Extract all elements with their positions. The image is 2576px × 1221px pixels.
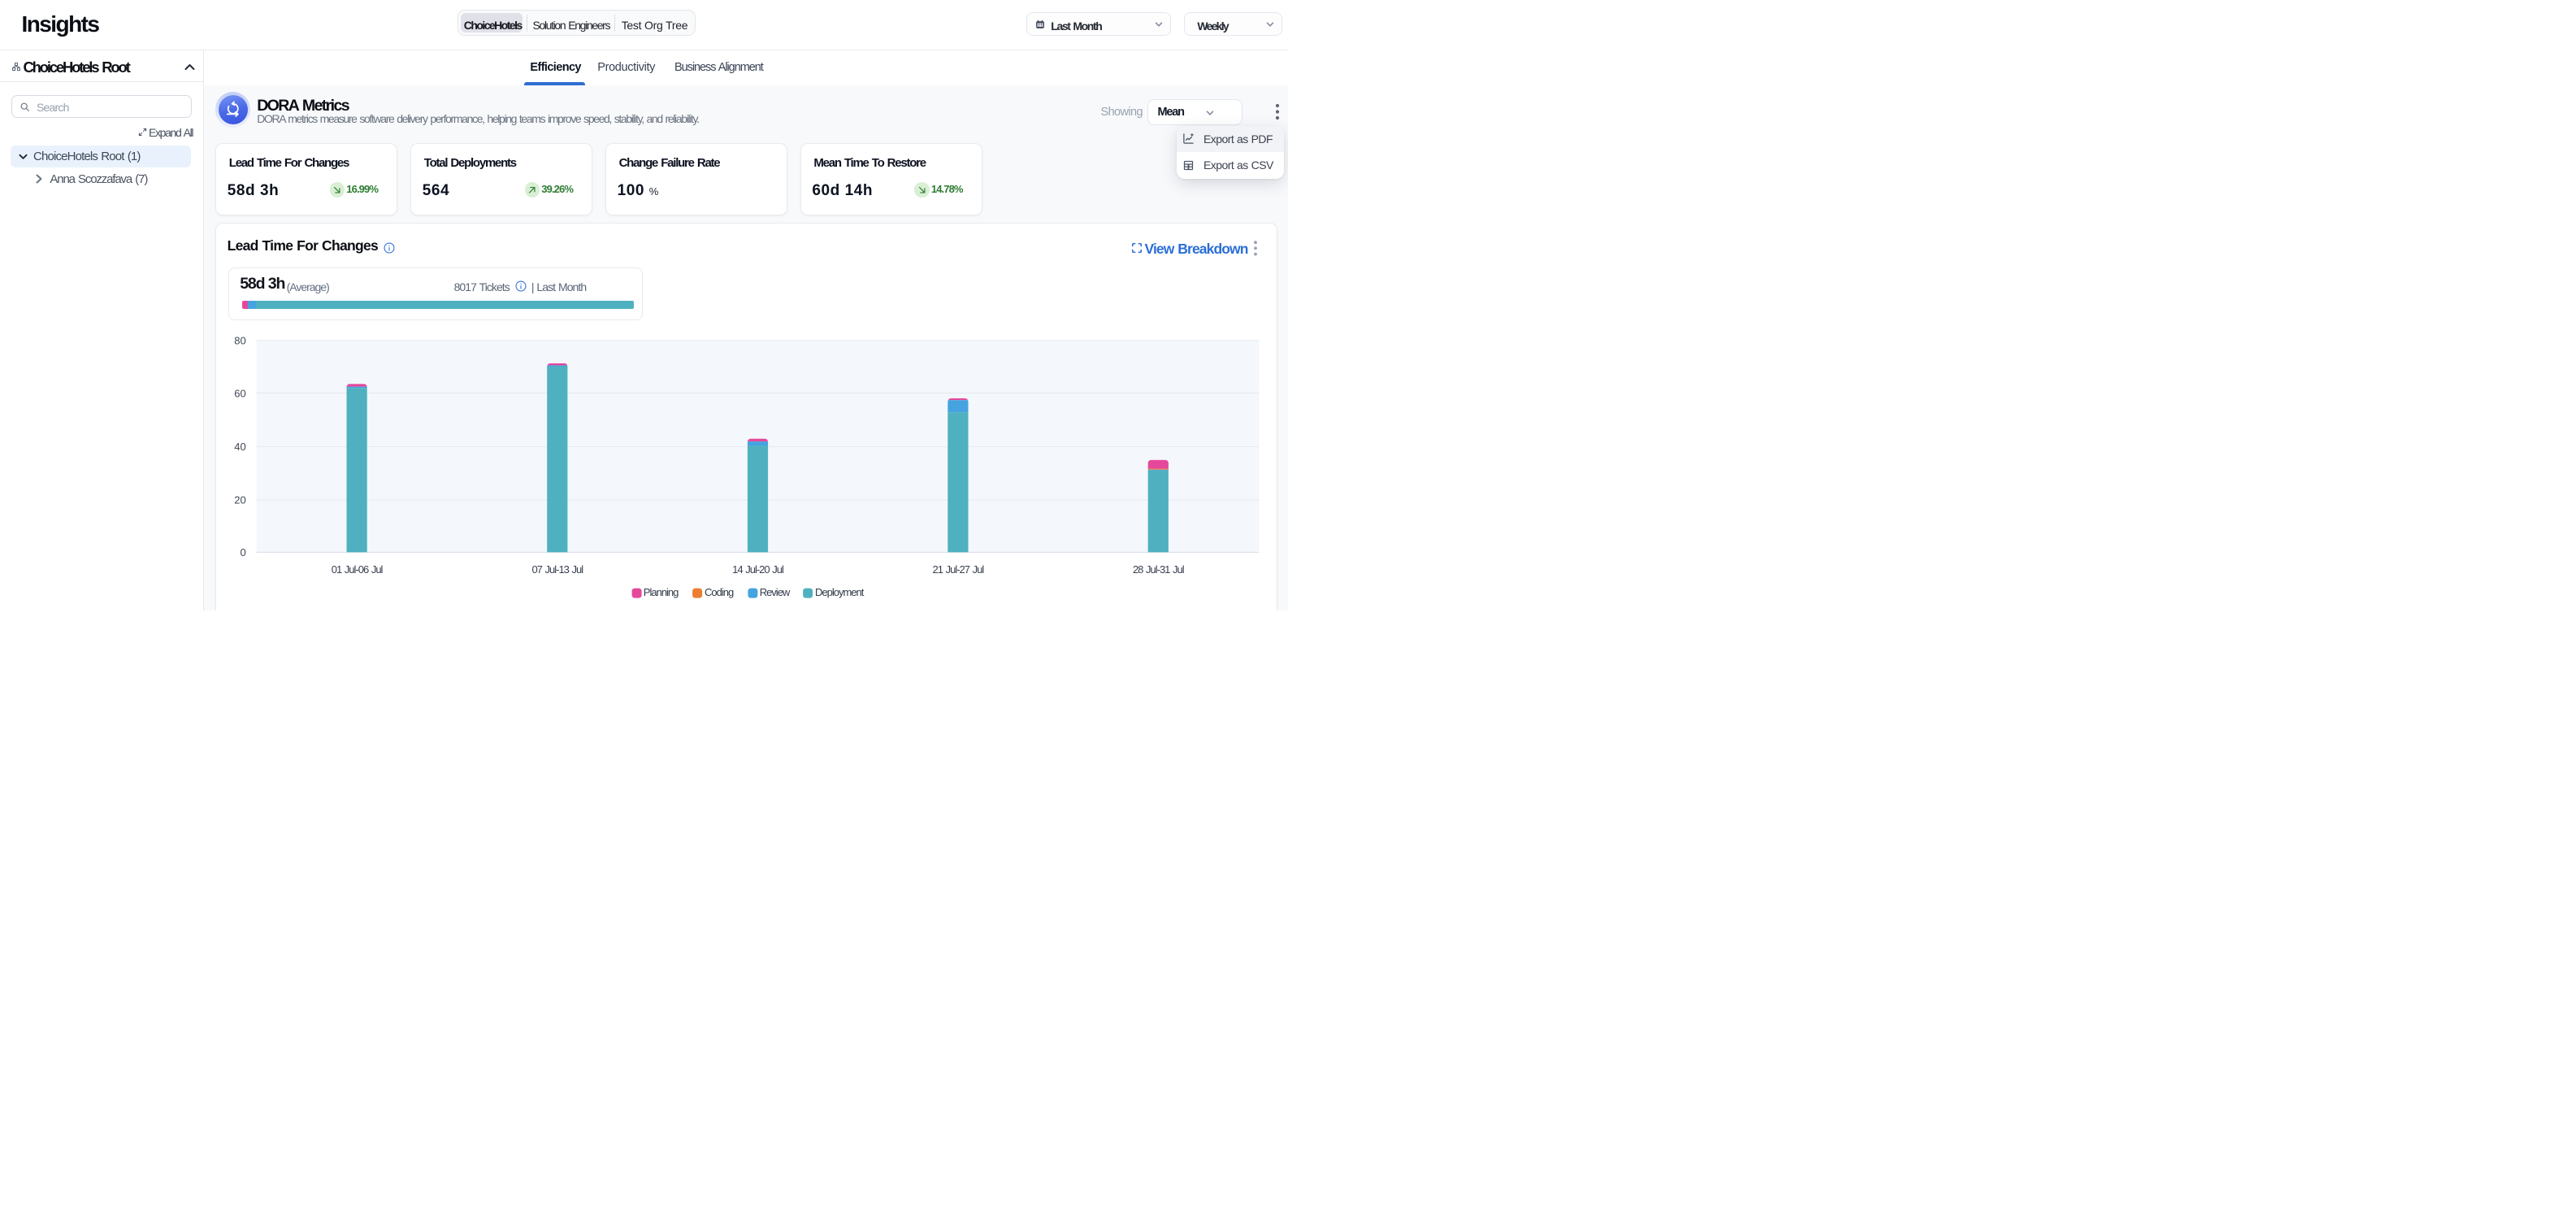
svg-text:Review: Review — [760, 586, 791, 598]
svg-text:40: 40 — [235, 441, 246, 453]
svg-text:Planning: Planning — [644, 586, 679, 598]
svg-text:14 Jul-20 Jul: 14 Jul-20 Jul — [732, 563, 784, 576]
svg-text:21 Jul-27 Jul: 21 Jul-27 Jul — [933, 563, 985, 576]
svg-text:Coding: Coding — [705, 586, 734, 598]
svg-text:20: 20 — [235, 494, 246, 506]
svg-text:60: 60 — [235, 387, 246, 399]
svg-text:0: 0 — [241, 546, 246, 558]
svg-text:07 Jul-13 Jul: 07 Jul-13 Jul — [532, 563, 584, 576]
svg-text:28 Jul-31 Jul: 28 Jul-31 Jul — [1133, 563, 1185, 576]
svg-text:01 Jul-06 Jul: 01 Jul-06 Jul — [332, 563, 384, 576]
svg-text:80: 80 — [235, 335, 246, 347]
svg-text:Deployment: Deployment — [815, 586, 865, 598]
